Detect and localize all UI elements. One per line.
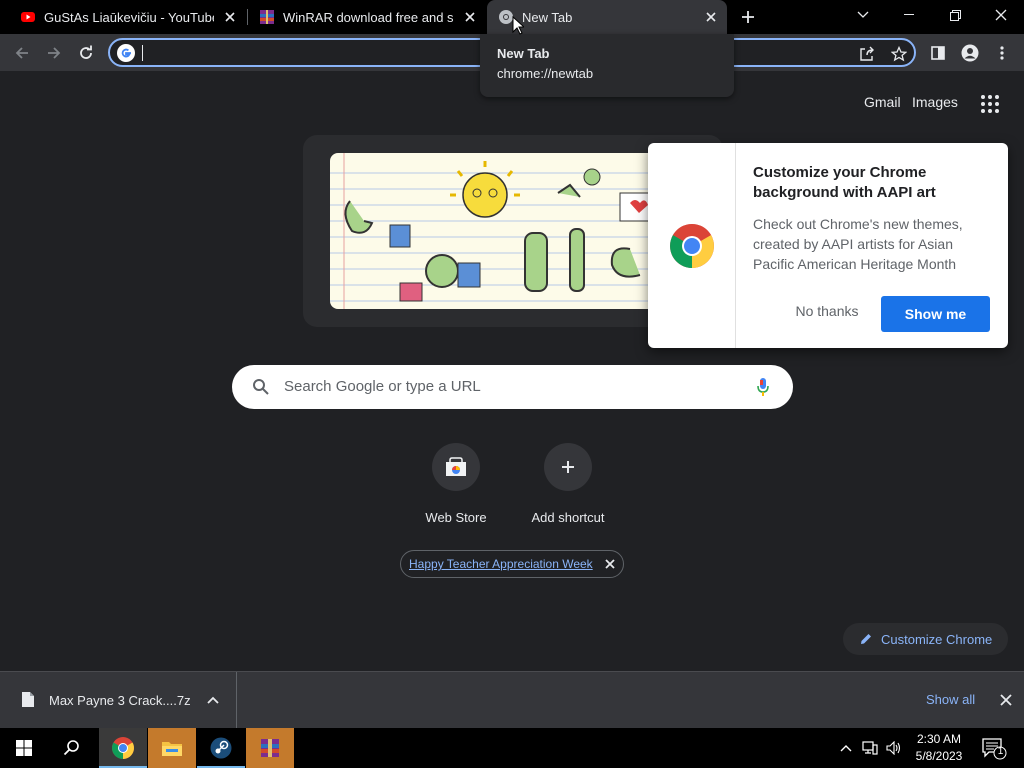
chevron-up-icon[interactable] bbox=[206, 694, 220, 706]
tab-winrar[interactable]: WinRAR download free and supp bbox=[248, 0, 486, 34]
shortcut-label: Web Store bbox=[425, 510, 487, 525]
no-thanks-button[interactable]: No thanks bbox=[778, 303, 876, 319]
google-g-icon bbox=[117, 44, 135, 62]
google-doodle[interactable] bbox=[330, 153, 660, 309]
windows-start-icon bbox=[16, 740, 32, 756]
clock-date: 5/8/2023 bbox=[915, 749, 963, 763]
steam-icon bbox=[210, 737, 232, 759]
windows-taskbar: 2:30 AM 5/8/2023 1 bbox=[0, 728, 1024, 768]
network-icon[interactable] bbox=[862, 740, 878, 756]
customize-chrome-button[interactable]: Customize Chrome bbox=[843, 623, 1008, 655]
file-icon bbox=[22, 692, 34, 707]
tab-youtube[interactable]: GuStAs Liaūkevičiu - YouTube bbox=[0, 0, 246, 34]
action-center-button[interactable]: 1 bbox=[981, 736, 1007, 760]
minimize-button[interactable] bbox=[886, 0, 932, 30]
gmail-link[interactable]: Gmail bbox=[864, 94, 901, 110]
taskbar-chrome[interactable] bbox=[99, 728, 147, 768]
close-icon bbox=[995, 9, 1007, 21]
arrow-left-icon bbox=[15, 47, 28, 59]
apps-grid-icon[interactable] bbox=[981, 95, 999, 113]
show-all-downloads-link[interactable]: Show all bbox=[926, 692, 975, 707]
search-icon bbox=[63, 740, 79, 756]
profile-avatar-icon bbox=[961, 44, 979, 62]
doodle-promo-chip: Happy Teacher Appreciation Week bbox=[400, 550, 624, 578]
winrar-icon bbox=[261, 739, 279, 757]
close-tab-icon[interactable] bbox=[462, 9, 478, 25]
chevron-down-icon bbox=[857, 11, 869, 18]
microphone-icon[interactable] bbox=[756, 377, 770, 397]
taskbar-search-button[interactable] bbox=[48, 728, 96, 768]
promo-link[interactable]: Happy Teacher Appreciation Week bbox=[409, 557, 593, 571]
winrar-icon bbox=[260, 10, 274, 24]
side-panel-icon bbox=[931, 46, 945, 60]
volume-icon[interactable] bbox=[886, 740, 902, 756]
forward-button[interactable] bbox=[40, 39, 68, 67]
notification-count: 1 bbox=[997, 746, 1004, 757]
tab-title: New Tab bbox=[522, 9, 573, 25]
new-tab-button[interactable] bbox=[736, 6, 760, 28]
side-panel-button[interactable] bbox=[924, 39, 952, 67]
tab-title: GuStAs Liaūkevičiu - YouTube bbox=[44, 9, 214, 25]
images-link[interactable]: Images bbox=[912, 94, 958, 110]
reload-button[interactable] bbox=[72, 39, 100, 67]
share-icon[interactable] bbox=[858, 45, 876, 63]
chrome-window: GuStAs Liaūkevičiu - YouTube WinRAR down… bbox=[0, 0, 1024, 768]
menu-button[interactable] bbox=[988, 39, 1016, 67]
close-tab-icon[interactable] bbox=[703, 9, 719, 25]
web-store-icon bbox=[446, 457, 466, 476]
customize-background-promo: Customize your Chrome background with AA… bbox=[648, 143, 1008, 348]
arrow-right-icon bbox=[48, 47, 61, 59]
shortcut-tile bbox=[544, 443, 592, 491]
close-window-button[interactable] bbox=[978, 0, 1024, 30]
restore-icon bbox=[949, 9, 961, 21]
taskbar-steam[interactable] bbox=[197, 728, 245, 768]
reload-icon bbox=[80, 45, 92, 59]
pencil-icon bbox=[861, 634, 871, 644]
start-button[interactable] bbox=[0, 728, 48, 768]
hover-card-title: New Tab bbox=[497, 46, 550, 61]
taskbar-file-explorer[interactable] bbox=[148, 728, 196, 768]
show-hidden-icons-chevron-icon[interactable] bbox=[838, 740, 854, 756]
shortcut-tile bbox=[432, 443, 480, 491]
plus-icon bbox=[742, 11, 754, 23]
shortcut-label: Add shortcut bbox=[531, 510, 605, 525]
show-me-button[interactable]: Show me bbox=[881, 296, 990, 332]
promo-body: Check out Chrome's new themes, created b… bbox=[753, 216, 963, 272]
bookmark-star-icon[interactable] bbox=[890, 45, 908, 63]
text-caret bbox=[142, 45, 143, 61]
mouse-cursor-icon bbox=[512, 16, 524, 35]
taskbar-winrar[interactable] bbox=[246, 728, 294, 768]
close-shelf-icon[interactable] bbox=[999, 693, 1013, 707]
youtube-icon bbox=[21, 12, 35, 22]
dismiss-promo-icon[interactable] bbox=[603, 557, 617, 571]
download-filename: Max Payne 3 Crack....7z bbox=[49, 693, 191, 708]
download-shelf: Max Payne 3 Crack....7z Show all bbox=[0, 671, 1024, 728]
file-explorer-icon bbox=[162, 742, 182, 756]
search-placeholder: Search Google or type a URL bbox=[284, 378, 481, 395]
clock-time: 2:30 AM bbox=[916, 732, 962, 746]
kebab-menu-icon bbox=[1000, 46, 1004, 60]
customize-chrome-label: Customize Chrome bbox=[881, 631, 993, 647]
taskbar-clock[interactable]: 2:30 AM 5/8/2023 bbox=[912, 731, 966, 765]
search-icon bbox=[253, 379, 269, 395]
promo-title: Customize your Chrome background with AA… bbox=[753, 164, 936, 201]
download-item[interactable]: Max Payne 3 Crack....7z bbox=[0, 672, 237, 728]
hover-card-url: chrome://newtab bbox=[497, 66, 594, 81]
restore-button[interactable] bbox=[932, 0, 978, 30]
shortcut-add[interactable]: Add shortcut bbox=[512, 443, 624, 525]
tab-search-button[interactable] bbox=[840, 0, 886, 30]
profile-button[interactable] bbox=[956, 39, 984, 67]
shortcut-web-store[interactable]: Web Store bbox=[400, 443, 512, 525]
tab-title: WinRAR download free and supp bbox=[283, 9, 454, 25]
search-box[interactable]: Search Google or type a URL bbox=[232, 365, 793, 409]
chrome-logo-icon bbox=[648, 143, 736, 348]
chrome-icon bbox=[112, 737, 134, 759]
close-tab-icon[interactable] bbox=[222, 9, 238, 25]
tab-hover-card: New Tab chrome://newtab bbox=[480, 34, 734, 97]
back-button[interactable] bbox=[8, 39, 36, 67]
minimize-icon bbox=[904, 14, 914, 15]
plus-icon bbox=[562, 461, 574, 473]
